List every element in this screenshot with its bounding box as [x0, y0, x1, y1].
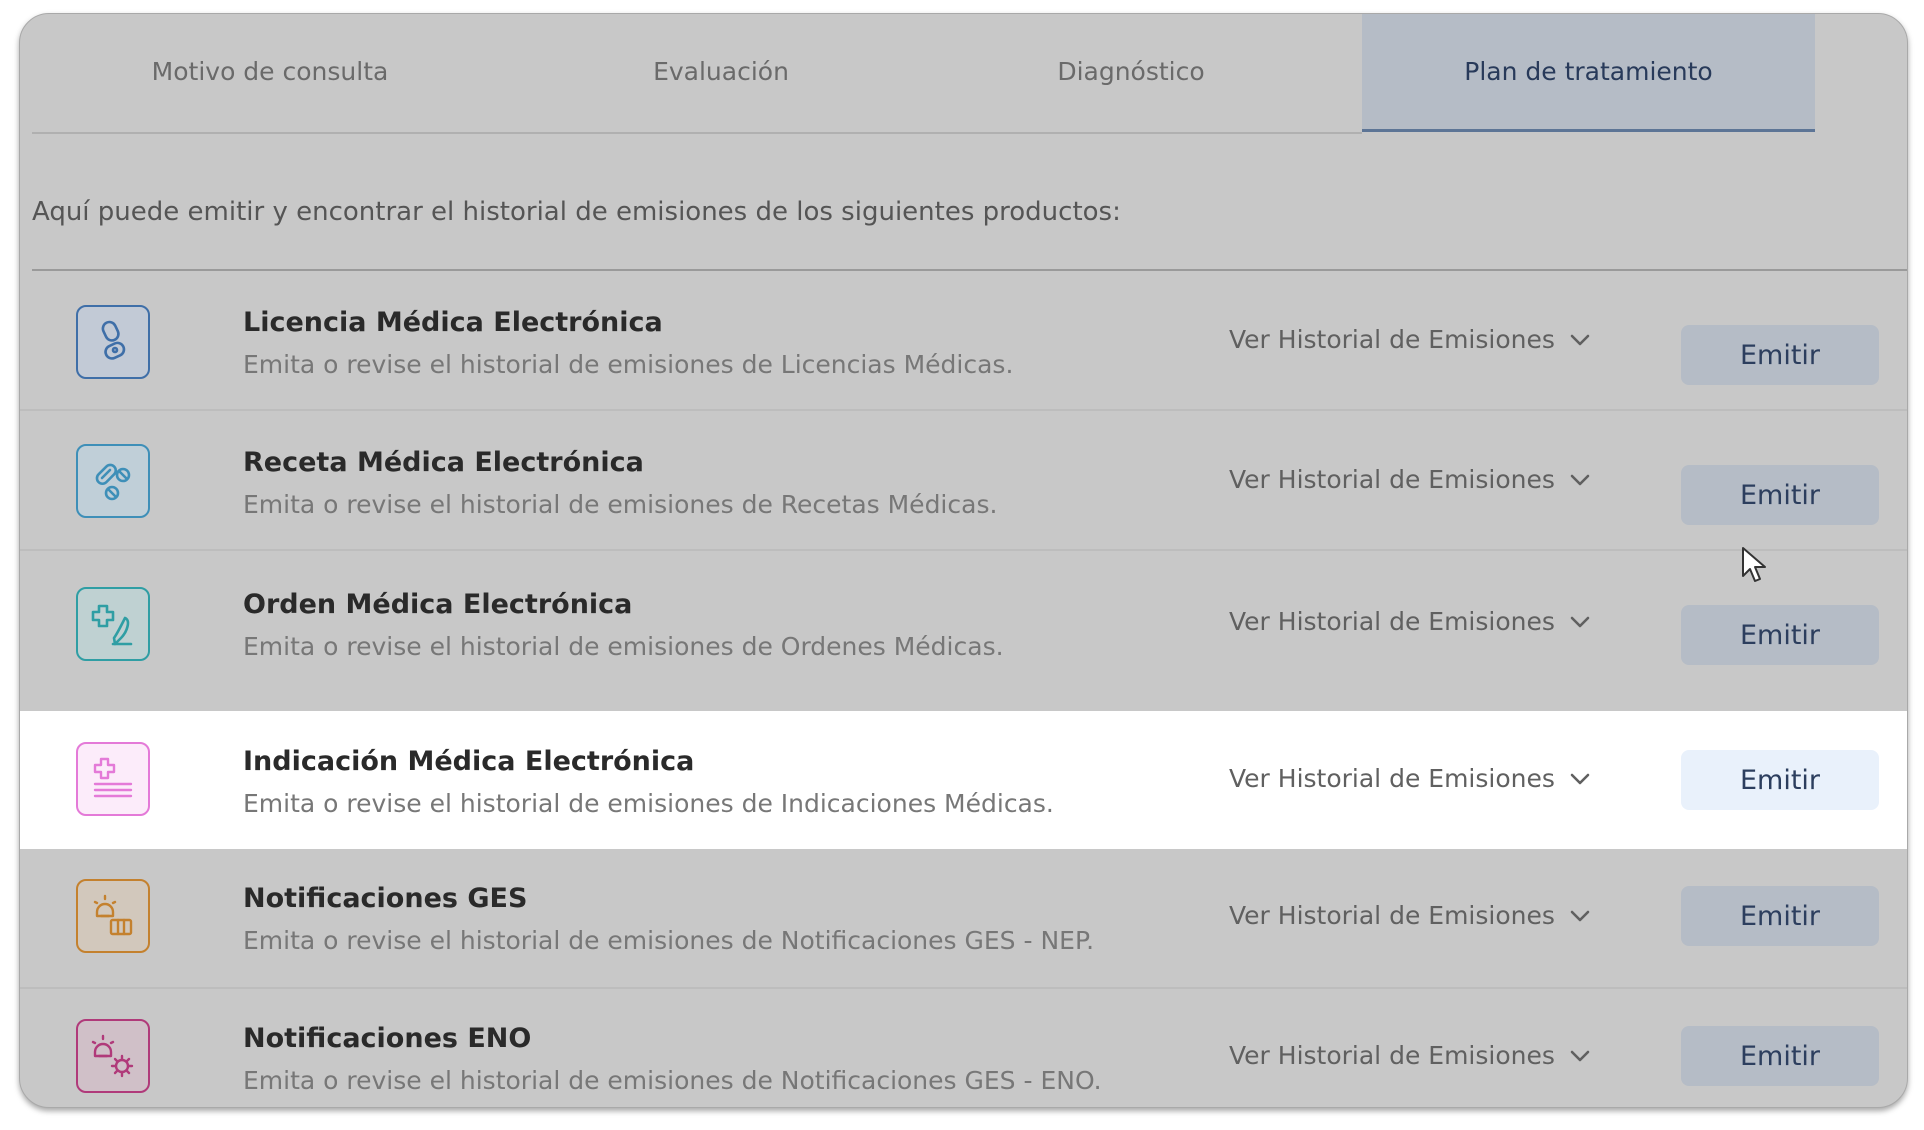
intro-text: Aquí puede emitir y encontrar el histori…	[32, 197, 1121, 227]
view-history-dropdown[interactable]: Ver Historial de Emisiones	[1229, 901, 1591, 930]
product-title: Notificaciones GES	[243, 883, 528, 914]
product-row-licencia: Licencia Médica Electrónica Emita o revi…	[20, 271, 1907, 411]
tab-diagnostico[interactable]: Diagnóstico	[936, 14, 1326, 129]
view-history-label: Ver Historial de Emisiones	[1229, 901, 1555, 930]
chevron-down-icon	[1570, 1050, 1590, 1061]
medical-order-icon	[76, 587, 150, 661]
view-history-dropdown[interactable]: Ver Historial de Emisiones	[1229, 465, 1591, 494]
product-description: Emita o revise el historial de emisiones…	[243, 926, 1095, 955]
chevron-down-icon	[1570, 773, 1590, 784]
medical-indication-icon	[76, 742, 150, 816]
emit-button[interactable]: Emitir	[1681, 465, 1879, 525]
emit-button[interactable]: Emitir	[1681, 1026, 1879, 1086]
tab-motivo-consulta[interactable]: Motivo de consulta	[34, 14, 506, 129]
view-history-label: Ver Historial de Emisiones	[1229, 1041, 1555, 1070]
tab-evaluacion[interactable]: Evaluación	[506, 14, 936, 129]
emit-button[interactable]: Emitir	[1681, 750, 1879, 810]
treatment-plan-card: Motivo de consulta Evaluación Diagnóstic…	[19, 13, 1908, 1108]
product-description: Emita o revise el historial de emisiones…	[243, 789, 1054, 818]
chevron-down-icon	[1570, 616, 1590, 627]
product-title: Orden Médica Electrónica	[243, 589, 633, 620]
view-history-dropdown[interactable]: Ver Historial de Emisiones	[1229, 607, 1591, 636]
emit-button[interactable]: Emitir	[1681, 325, 1879, 385]
view-history-label: Ver Historial de Emisiones	[1229, 325, 1555, 354]
view-history-dropdown[interactable]: Ver Historial de Emisiones	[1229, 1041, 1591, 1070]
chevron-down-icon	[1570, 910, 1590, 921]
bandage-icon	[76, 305, 150, 379]
product-description: Emita o revise el historial de emisiones…	[243, 350, 1014, 379]
view-history-dropdown[interactable]: Ver Historial de Emisiones	[1229, 764, 1591, 793]
product-title: Licencia Médica Electrónica	[243, 307, 663, 338]
product-title: Notificaciones ENO	[243, 1023, 532, 1054]
product-description: Emita o revise el historial de emisiones…	[243, 1066, 1102, 1095]
product-description: Emita o revise el historial de emisiones…	[243, 632, 1004, 661]
emit-button[interactable]: Emitir	[1681, 886, 1879, 946]
product-row-indicacion: Indicación Médica Electrónica Emita o re…	[20, 711, 1907, 849]
product-row-ges: Notificaciones GES Emita o revise el his…	[20, 849, 1907, 989]
tab-bar: Motivo de consulta Evaluación Diagnóstic…	[20, 14, 1907, 132]
mouse-pointer-icon	[1742, 547, 1766, 582]
chevron-down-icon	[1570, 334, 1590, 345]
product-title: Indicación Médica Electrónica	[243, 746, 695, 777]
tabs-divider	[32, 132, 1362, 134]
notification-eno-icon	[76, 1019, 150, 1093]
view-history-label: Ver Historial de Emisiones	[1229, 607, 1555, 636]
emit-button[interactable]: Emitir	[1681, 605, 1879, 665]
product-row-eno: Notificaciones ENO Emita o revise el his…	[20, 989, 1907, 1107]
view-history-label: Ver Historial de Emisiones	[1229, 465, 1555, 494]
product-row-receta: Receta Médica Electrónica Emita o revise…	[20, 411, 1907, 551]
chevron-down-icon	[1570, 474, 1590, 485]
product-row-orden: Orden Médica Electrónica Emita o revise …	[20, 551, 1907, 711]
view-history-dropdown[interactable]: Ver Historial de Emisiones	[1229, 325, 1591, 354]
product-description: Emita o revise el historial de emisiones…	[243, 490, 998, 519]
notification-ges-icon	[76, 879, 150, 953]
pills-icon	[76, 444, 150, 518]
view-history-label: Ver Historial de Emisiones	[1229, 764, 1555, 793]
product-title: Receta Médica Electrónica	[243, 447, 644, 478]
tab-plan-tratamiento[interactable]: Plan de tratamiento	[1362, 14, 1815, 132]
